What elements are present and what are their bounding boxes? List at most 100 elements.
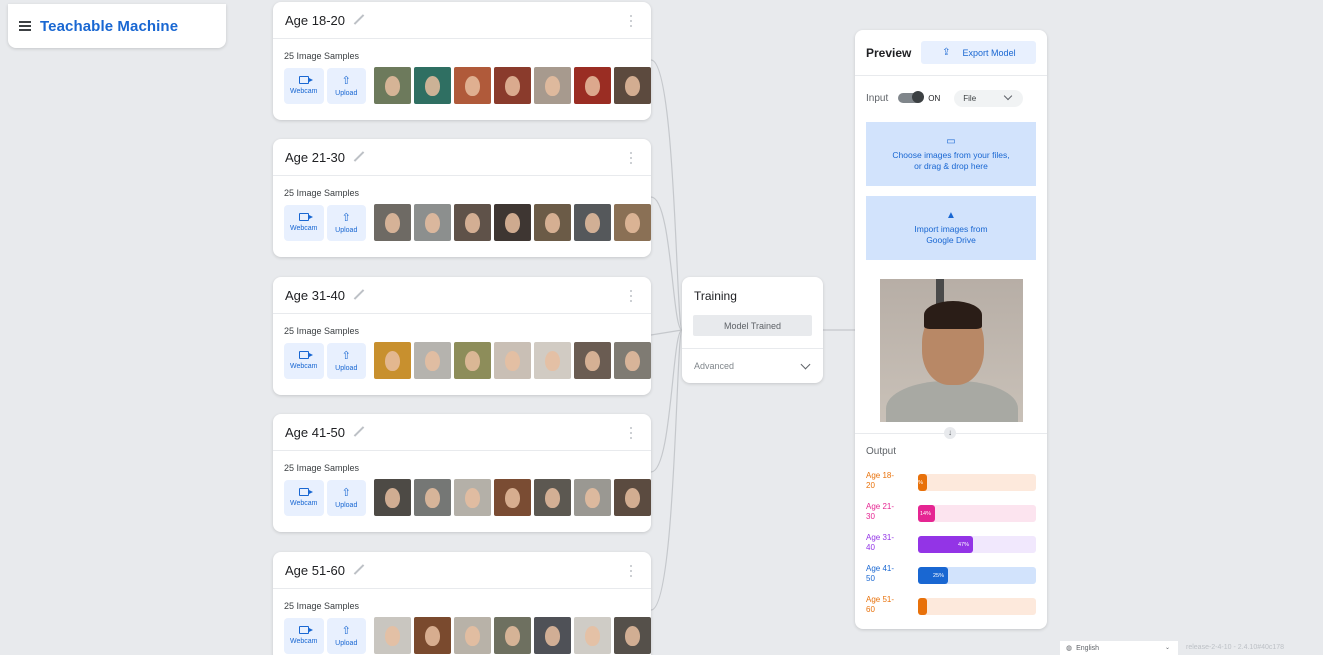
output-title: Output (866, 446, 897, 457)
edit-pencil-icon[interactable] (353, 564, 365, 576)
sample-thumbnail[interactable] (574, 342, 611, 379)
sample-thumbnail[interactable] (494, 617, 531, 654)
training-panel: Training Model Trained Advanced (682, 277, 823, 383)
class-name[interactable]: Age 41-50 (285, 425, 345, 440)
sample-count: 25 Image Samples (284, 51, 360, 61)
sample-thumbnail[interactable] (534, 479, 571, 516)
output-row: Age 31- 40 47% (866, 533, 1036, 555)
sample-thumbnail[interactable] (374, 617, 411, 654)
output-label: Age 21- 30 (866, 502, 895, 521)
chevron-down-icon: ⌄ (1164, 645, 1170, 651)
sample-thumbnail[interactable] (574, 67, 611, 104)
sample-thumbnail[interactable] (534, 67, 571, 104)
sample-thumbnail[interactable] (534, 342, 571, 379)
sample-thumbnail[interactable] (454, 479, 491, 516)
toggle-state: ON (928, 93, 941, 103)
upload-button[interactable]: ⇧ Upload (326, 479, 366, 516)
sample-thumbnail[interactable] (614, 617, 651, 654)
webcam-button[interactable]: Webcam (284, 617, 324, 654)
upload-button[interactable]: ⇧ Upload (326, 67, 366, 104)
webcam-button[interactable]: Webcam (284, 204, 324, 241)
sample-count: 25 Image Samples (284, 463, 360, 473)
sample-thumbnail[interactable] (414, 342, 451, 379)
language-select[interactable]: ◍ English ⌄ (1060, 641, 1178, 655)
sample-thumbnail[interactable] (454, 342, 491, 379)
sample-thumbnail[interactable] (494, 67, 531, 104)
edit-pencil-icon[interactable] (353, 426, 365, 438)
file-drop-zone[interactable]: ▭ Choose images from your files, or drag… (866, 122, 1036, 186)
sample-thumbnail[interactable] (534, 204, 571, 241)
class-card-age-18-20: Age 18-20 25 Image Samples Webcam ⇧ Uploa… (273, 2, 651, 120)
google-drive-icon: ▲ (946, 210, 956, 221)
sample-thumbnail[interactable] (374, 204, 411, 241)
sample-thumbnail[interactable] (534, 617, 571, 654)
sample-thumbnail[interactable] (574, 479, 611, 516)
google-drive-import[interactable]: ▲ Import images from Google Drive (866, 196, 1036, 260)
train-model-button[interactable]: Model Trained (693, 315, 812, 336)
class-card-age-41-50: Age 41-50 25 Image Samples Webcam ⇧ Uploa… (273, 414, 651, 532)
sample-thumbnails (371, 479, 651, 516)
training-title: Training (694, 289, 737, 303)
sample-thumbnail[interactable] (574, 204, 611, 241)
class-name[interactable]: Age 51-60 (285, 563, 345, 578)
sample-count: 25 Image Samples (284, 601, 360, 611)
sample-thumbnail[interactable] (614, 204, 651, 241)
export-model-button[interactable]: ⇪ Export Model (921, 41, 1037, 64)
output-bar-fill: 47% (918, 536, 973, 553)
output-bar-track: 14% (918, 505, 1036, 522)
webcam-button[interactable]: Webcam (284, 67, 324, 104)
class-name[interactable]: Age 21-30 (285, 150, 345, 165)
input-source-select[interactable]: File (954, 89, 1024, 107)
sample-thumbnails (371, 204, 651, 241)
upload-button[interactable]: ⇧ Upload (326, 617, 366, 654)
upload-button[interactable]: ⇧ Upload (326, 342, 366, 379)
webcam-icon (298, 213, 313, 221)
sample-thumbnail[interactable] (414, 67, 451, 104)
sample-thumbnail[interactable] (454, 204, 491, 241)
more-options-icon[interactable] (630, 15, 633, 27)
sample-thumbnail[interactable] (494, 204, 531, 241)
edit-pencil-icon[interactable] (353, 289, 365, 301)
more-options-icon[interactable] (630, 152, 633, 164)
more-options-icon[interactable] (630, 565, 633, 577)
sample-thumbnail[interactable] (454, 617, 491, 654)
class-card-age-31-40: Age 31-40 25 Image Samples Webcam ⇧ Uploa… (273, 277, 651, 395)
webcam-button[interactable]: Webcam (284, 479, 324, 516)
output-bar-track: 25% (918, 567, 1036, 584)
preview-image (880, 279, 1023, 422)
upload-icon: ⇧ (341, 624, 351, 637)
sample-thumbnail[interactable] (374, 479, 411, 516)
sample-thumbnail[interactable] (494, 479, 531, 516)
more-options-icon[interactable] (630, 290, 633, 302)
class-name[interactable]: Age 31-40 (285, 288, 345, 303)
sample-thumbnail[interactable] (414, 479, 451, 516)
output-label: Age 31- 40 (866, 533, 895, 552)
sample-thumbnails (371, 67, 651, 104)
sample-count: 25 Image Samples (284, 326, 360, 336)
sample-thumbnail[interactable] (614, 342, 651, 379)
input-toggle[interactable] (898, 91, 925, 103)
edit-pencil-icon[interactable] (353, 14, 365, 26)
sample-thumbnail[interactable] (614, 479, 651, 516)
advanced-toggle[interactable]: Advanced (682, 348, 823, 383)
more-options-icon[interactable] (630, 427, 633, 439)
webcam-icon (298, 76, 313, 84)
upload-button[interactable]: ⇧ Upload (326, 204, 366, 241)
sample-thumbnail[interactable] (414, 204, 451, 241)
sample-thumbnail[interactable] (374, 342, 411, 379)
upload-icon: ⇧ (341, 211, 351, 224)
sample-thumbnails (371, 342, 651, 379)
webcam-icon (298, 488, 313, 496)
sample-thumbnail[interactable] (374, 67, 411, 104)
webcam-button[interactable]: Webcam (284, 342, 324, 379)
upload-icon: ⇧ (341, 74, 351, 87)
sample-thumbnail[interactable] (494, 342, 531, 379)
preview-panel: Preview ⇪ Export Model Input ON File ▭ C… (855, 30, 1047, 629)
edit-pencil-icon[interactable] (353, 151, 365, 163)
class-name[interactable]: Age 18-20 (285, 13, 345, 28)
sample-thumbnail[interactable] (414, 617, 451, 654)
sample-thumbnail[interactable] (454, 67, 491, 104)
sample-thumbnail[interactable] (574, 617, 611, 654)
output-bar-track (918, 598, 1036, 615)
sample-thumbnail[interactable] (614, 67, 651, 104)
